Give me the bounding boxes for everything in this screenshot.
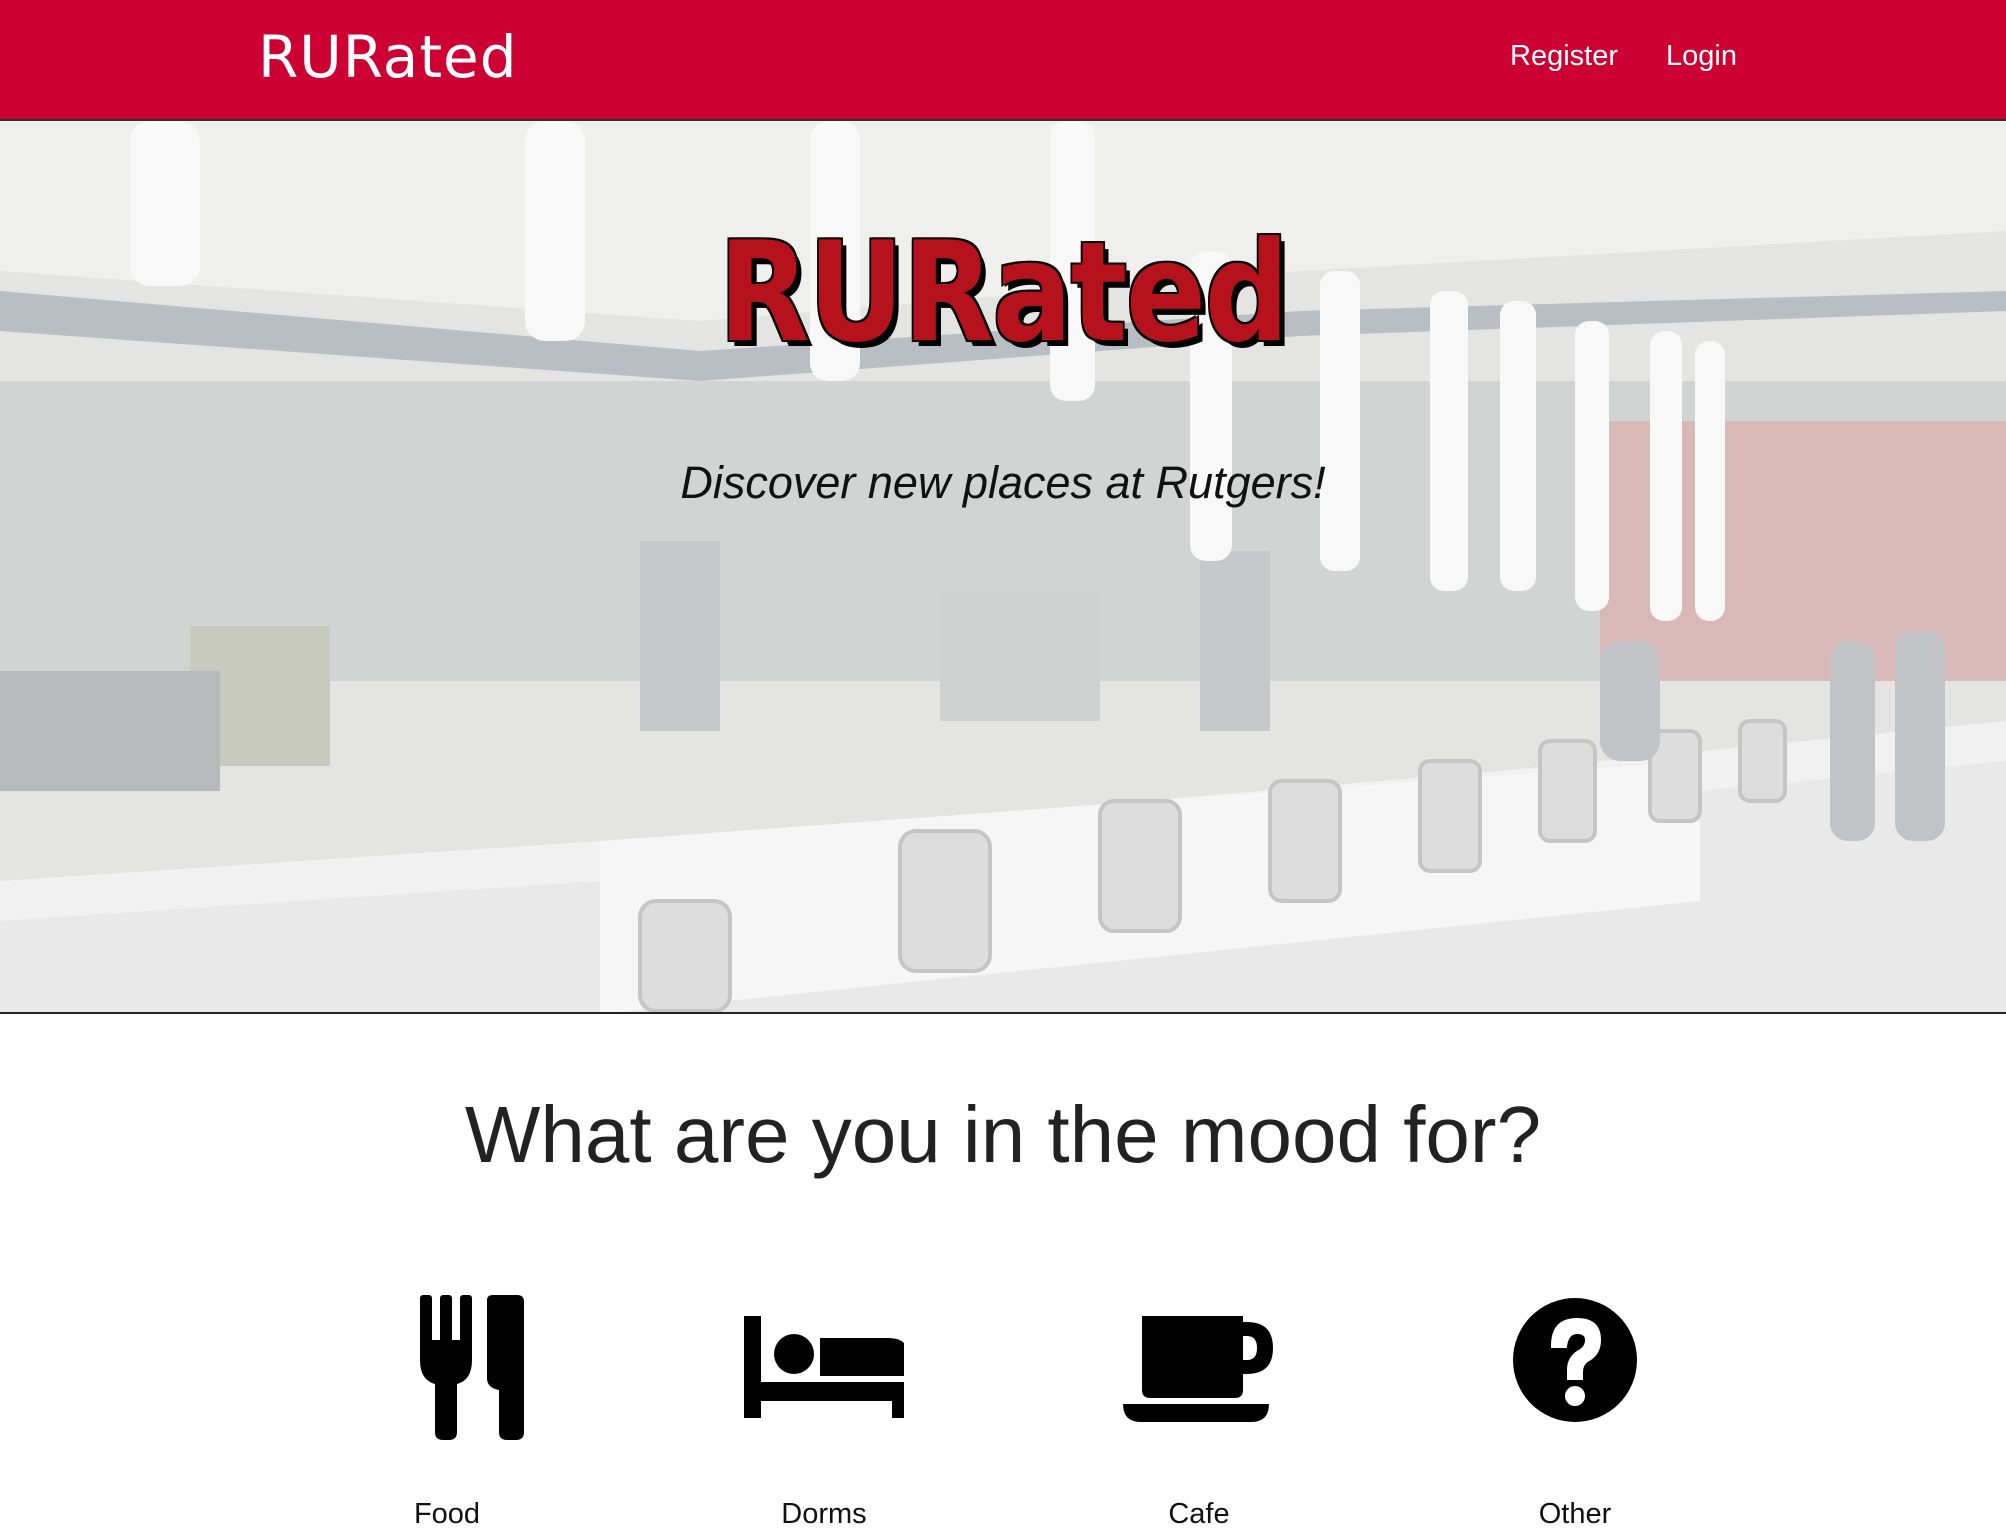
coffee-cup-icon: [1123, 1316, 1273, 1422]
category-other[interactable]: Other: [1465, 1280, 1685, 1540]
brand-logo-link[interactable]: RURated: [258, 22, 518, 92]
category-food[interactable]: Food: [337, 1280, 557, 1540]
hero-tagline: Discover new places at Rutgers!: [680, 457, 1326, 508]
category-cafe-label: Cafe: [1168, 1498, 1230, 1530]
register-link[interactable]: Register: [1510, 36, 1618, 76]
category-other-label: Other: [1538, 1498, 1612, 1530]
mood-heading: What are you in the mood for?: [464, 1090, 1542, 1179]
fork-knife-icon: [420, 1295, 524, 1440]
login-link[interactable]: Login: [1666, 36, 1737, 76]
hero-title: RURated: [718, 212, 1289, 373]
bed-icon: [744, 1316, 904, 1418]
category-dorms-label: Dorms: [781, 1498, 867, 1530]
category-food-label: Food: [413, 1498, 481, 1530]
navbar: RURated Register Login: [0, 0, 2006, 121]
hero-banner: RURated Discover new places at Rutgers!: [0, 121, 2006, 1014]
question-circle-icon: [1513, 1298, 1637, 1422]
category-cafe[interactable]: Cafe: [1089, 1280, 1309, 1540]
category-dorms[interactable]: Dorms: [714, 1280, 934, 1540]
